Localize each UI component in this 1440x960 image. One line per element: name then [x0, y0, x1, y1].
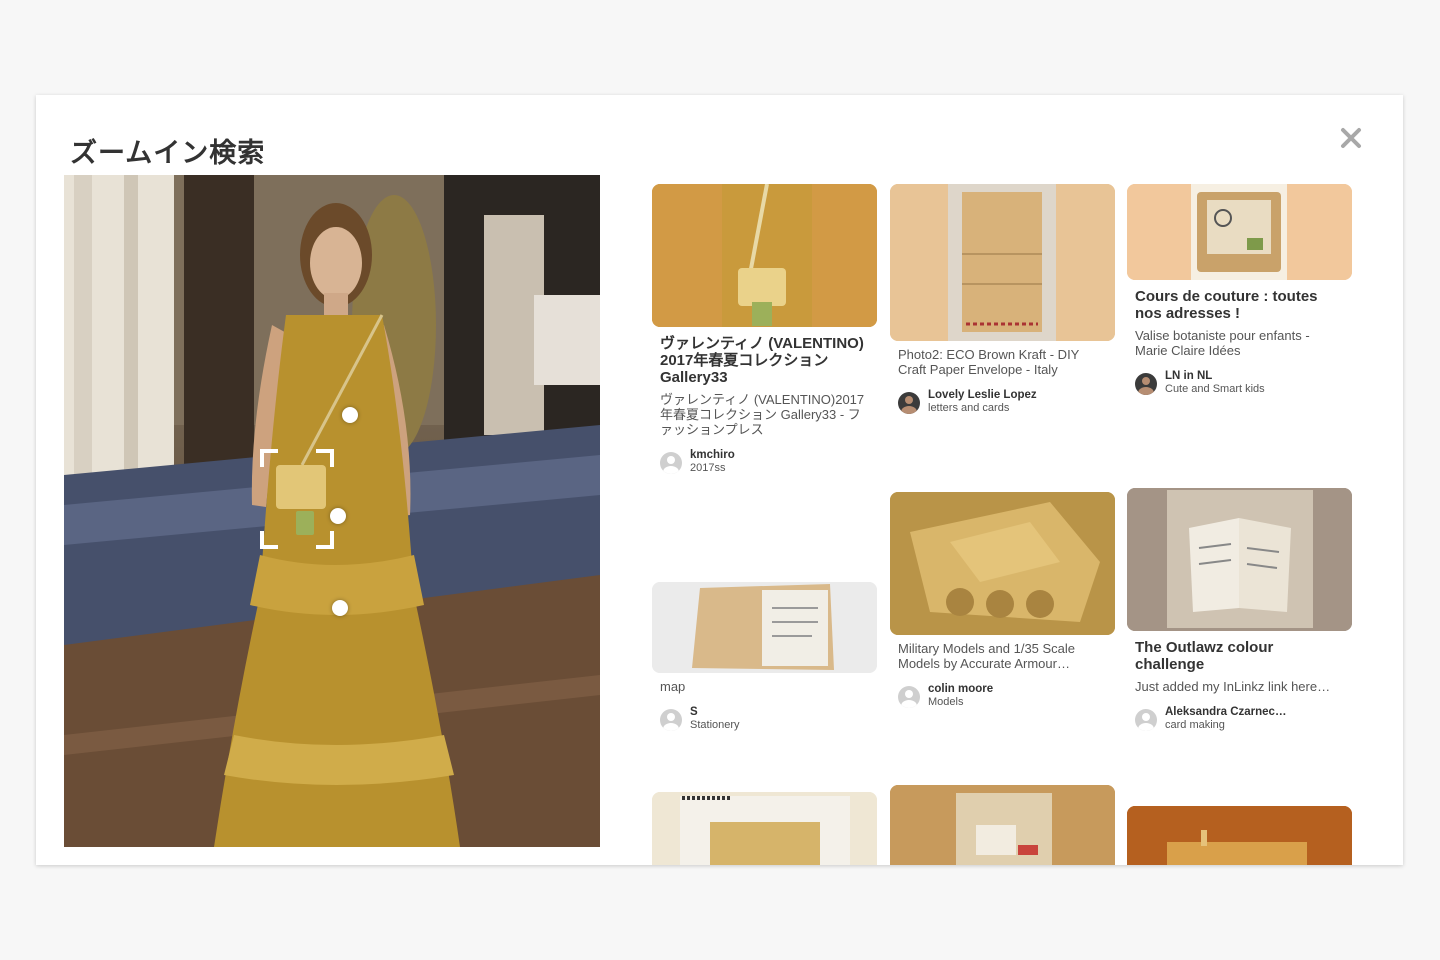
pin-image[interactable]	[1127, 488, 1352, 631]
pin-board-name: Models	[928, 696, 964, 708]
pin-title: The Outlawz colour challenge	[1135, 639, 1274, 673]
pin-description: Just added my InLinkz link here…	[1135, 679, 1331, 694]
result-pin[interactable]: ヴァレンティノ (VALENTINO) 2017年春夏コレクション Galler…	[652, 184, 877, 475]
pin-board-name: Stationery	[690, 719, 740, 731]
pin-attribution[interactable]: kmchiro 2017ss	[660, 449, 869, 475]
result-pin[interactable]: Military Models and 1/35 Scale Models by…	[890, 492, 1115, 709]
pin-image[interactable]	[652, 582, 877, 673]
pin-user-name: colin moore	[928, 683, 994, 695]
crop-selection-box[interactable]	[260, 449, 334, 549]
result-pin[interactable]: Cours de couture : toutes nos adresses !…	[1127, 184, 1352, 396]
pin-image[interactable]	[890, 785, 1115, 865]
pin-attribution[interactable]: LN in NL Cute and Smart kids	[1135, 370, 1344, 396]
crop-corner-top-right[interactable]	[316, 449, 334, 467]
user-avatar-icon	[660, 452, 682, 474]
crop-corner-bottom-left[interactable]	[260, 531, 278, 549]
source-image	[64, 175, 600, 847]
pin-description: Military Models and 1/35 Scale Models by…	[898, 641, 1076, 671]
pin-title: ヴァレンティノ (VALENTINO) 2017年春夏コレクション Galler…	[660, 335, 864, 386]
result-pin[interactable]: The Outlawz colour challenge Just added …	[1127, 488, 1352, 732]
result-pin[interactable]: map S Stationery	[652, 582, 877, 732]
pin-user-name: S	[690, 706, 698, 718]
pin-user-name: Lovely Leslie Lopez	[928, 389, 1037, 401]
result-pin[interactable]	[890, 785, 1115, 865]
crop-corner-bottom-right[interactable]	[316, 531, 334, 549]
pin-description: ヴァレンティノ (VALENTINO)2017年春夏コレクション Gallery…	[660, 392, 865, 437]
pin-attribution[interactable]: Lovely Leslie Lopez letters and cards	[898, 389, 1107, 415]
pin-description: map	[660, 679, 686, 694]
user-avatar-icon	[898, 392, 920, 414]
pin-image[interactable]	[652, 184, 877, 327]
user-avatar-icon	[898, 686, 920, 708]
pin-image[interactable]	[1127, 806, 1352, 865]
user-avatar-icon	[1135, 373, 1157, 395]
pin-board-name: Cute and Smart kids	[1165, 383, 1265, 395]
pin-image[interactable]	[890, 184, 1115, 341]
pin-description: Photo2: ECO Brown Kraft - DIY Craft Pape…	[898, 347, 1080, 377]
pin-user-name: kmchiro	[690, 449, 735, 461]
user-avatar-icon	[660, 709, 682, 731]
result-pin[interactable]: Photo2: ECO Brown Kraft - DIY Craft Pape…	[890, 184, 1115, 415]
result-pin[interactable]	[652, 792, 877, 865]
modal-title: ズームイン検索	[70, 138, 266, 168]
visual-search-dot[interactable]	[342, 407, 358, 423]
visual-search-dot[interactable]	[330, 508, 346, 524]
visual-search-dot[interactable]	[332, 600, 348, 616]
pin-board-name: letters and cards	[928, 402, 1010, 414]
result-pin[interactable]	[1127, 806, 1352, 865]
pin-image[interactable]	[1127, 184, 1352, 280]
crop-corner-top-left[interactable]	[260, 449, 278, 467]
pin-user-name: Aleksandra Czarnec…	[1165, 706, 1287, 718]
pin-attribution[interactable]: S Stationery	[660, 706, 869, 732]
pin-description: Valise botaniste pour enfants - Marie Cl…	[1135, 328, 1310, 358]
pin-board-name: card making	[1165, 719, 1225, 731]
pin-title: Cours de couture : toutes nos adresses !	[1135, 288, 1318, 322]
pin-image[interactable]	[652, 792, 877, 865]
pin-user-name: LN in NL	[1165, 370, 1213, 382]
pin-attribution[interactable]: Aleksandra Czarnec… card making	[1135, 706, 1344, 732]
results-grid: ヴァレンティノ (VALENTINO) 2017年春夏コレクション Galler…	[652, 95, 1362, 865]
pin-board-name: 2017ss	[690, 462, 726, 474]
pin-image[interactable]	[890, 492, 1115, 635]
zoom-search-modal: ズームイン検索 ヴァレンティノ (VALENTINO) 2017年春夏コレクショ…	[36, 95, 1403, 865]
pin-attribution[interactable]: colin moore Models	[898, 683, 1107, 709]
user-avatar-icon	[1135, 709, 1157, 731]
